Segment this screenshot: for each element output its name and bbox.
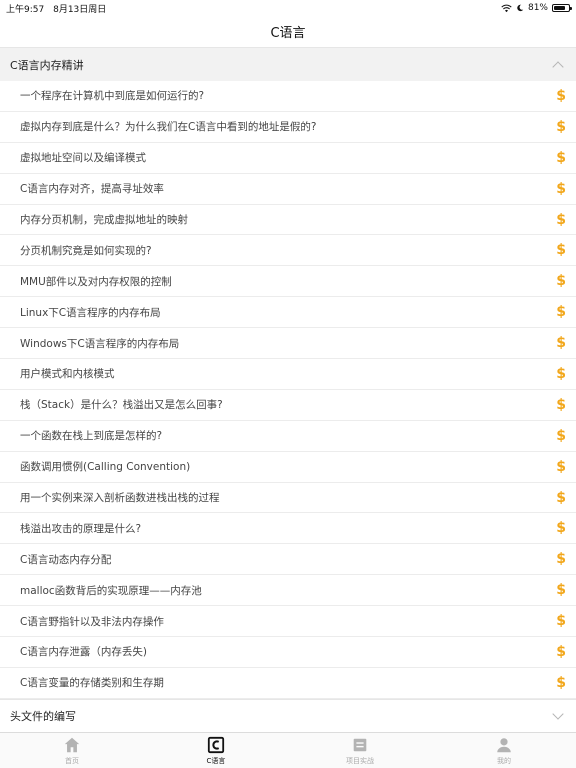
dollar-icon: $ xyxy=(556,674,566,691)
status-bar: 上午9:57 8月13日周日 81% xyxy=(0,0,576,16)
dollar-icon: $ xyxy=(556,335,566,352)
lesson-title: 栈溢出攻击的原理是什么? xyxy=(20,522,142,535)
dollar-icon: $ xyxy=(556,396,566,413)
lesson-item[interactable]: C语言变量的存储类别和生存期 $ xyxy=(0,668,576,699)
lesson-title: C语言动态内存分配 xyxy=(20,553,112,566)
dollar-icon: $ xyxy=(556,520,566,537)
dollar-icon: $ xyxy=(556,87,566,104)
lesson-title: C语言内存对齐，提高寻址效率 xyxy=(20,183,164,196)
dollar-icon: $ xyxy=(556,304,566,321)
lesson-title: 分页机制究竟是如何实现的? xyxy=(20,244,152,257)
page-title: C语言 xyxy=(270,26,306,41)
tab-projects[interactable]: 项目实战 xyxy=(288,733,432,768)
lesson-item[interactable]: C语言内存对齐，提高寻址效率 $ xyxy=(0,174,576,205)
battery-level xyxy=(554,6,566,10)
dollar-icon: $ xyxy=(556,273,566,290)
lesson-title: 用一个实例来深入剖析函数进栈出栈的过程 xyxy=(20,492,220,505)
dollar-icon: $ xyxy=(556,643,566,660)
lesson-title: Windows下C语言程序的内存布局 xyxy=(20,337,180,350)
lesson-item[interactable]: MMU部件以及对内存权限的控制 $ xyxy=(0,266,576,298)
lesson-item[interactable]: 一个程序在计算机中到底是如何运行的? $ xyxy=(0,81,576,112)
chevron-up-icon xyxy=(552,60,564,73)
dollar-icon: $ xyxy=(556,211,566,228)
lesson-item[interactable]: 虚拟地址空间以及编译模式 $ xyxy=(0,143,576,174)
section-header-memory[interactable]: C语言内存精讲 xyxy=(0,48,576,81)
project-icon xyxy=(353,738,367,751)
lesson-item[interactable]: malloc函数背后的实现原理——内存池 $ xyxy=(0,575,576,607)
c-language-icon xyxy=(207,736,225,753)
dollar-icon: $ xyxy=(556,242,566,259)
lesson-item[interactable]: 虚拟内存到底是什么？为什么我们在C语言中看到的地址是假的? $ xyxy=(0,112,576,143)
section-title: C语言内存精讲 xyxy=(10,58,84,72)
tab-label: 首页 xyxy=(65,756,79,765)
lesson-item[interactable]: 用户模式和内核模式 $ xyxy=(0,359,576,390)
lesson-item[interactable]: 栈溢出攻击的原理是什么? $ xyxy=(0,513,576,545)
dollar-icon: $ xyxy=(556,180,566,197)
tab-profile[interactable]: 我的 xyxy=(432,733,576,768)
battery-icon xyxy=(552,4,572,12)
dollar-icon: $ xyxy=(556,427,566,444)
status-right: 81% xyxy=(501,3,572,13)
lesson-list: 一个程序在计算机中到底是如何运行的? $ 虚拟内存到底是什么？为什么我们在C语言中看… xyxy=(0,81,576,699)
lesson-item[interactable]: Linux下C语言程序的内存布局 $ xyxy=(0,297,576,329)
lesson-title: C语言变量的存储类别和生存期 xyxy=(20,677,164,690)
lesson-item[interactable]: 函数调用惯例(Calling Convention) $ xyxy=(0,452,576,483)
lesson-title: C语言内存泄露（内存丢失) xyxy=(20,646,147,659)
lesson-item[interactable]: C语言野指针以及非法内存操作 $ xyxy=(0,606,576,638)
moon-icon xyxy=(517,4,524,12)
lesson-item[interactable]: 内存分页机制，完成虚拟地址的映射 $ xyxy=(0,205,576,236)
lesson-title: 虚拟地址空间以及编译模式 xyxy=(20,152,146,165)
status-left: 上午9:57 8月13日周日 xyxy=(6,2,112,15)
status-date: 8月13日周日 xyxy=(53,4,107,15)
lesson-title: 函数调用惯例(Calling Convention) xyxy=(20,461,191,474)
lesson-title: C语言野指针以及非法内存操作 xyxy=(20,615,164,628)
tab-home[interactable]: 首页 xyxy=(0,733,144,768)
battery-percent: 81% xyxy=(527,3,548,13)
lesson-title: 虚拟内存到底是什么？为什么我们在C语言中看到的地址是假的? xyxy=(20,121,317,134)
tab-label: 我的 xyxy=(497,756,511,765)
lesson-item[interactable]: 用一个实例来深入剖析函数进栈出栈的过程 $ xyxy=(0,483,576,514)
section-header-header-files[interactable]: 头文件的编写 xyxy=(0,698,576,732)
lesson-title: 一个程序在计算机中到底是如何运行的? xyxy=(20,90,205,103)
status-time: 上午9:57 xyxy=(6,4,45,15)
lesson-item[interactable]: C语言内存泄露（内存丢失) $ xyxy=(0,637,576,668)
dollar-icon: $ xyxy=(556,582,566,599)
dollar-icon: $ xyxy=(556,365,566,382)
dollar-icon: $ xyxy=(556,458,566,475)
lesson-title: malloc函数背后的实现原理——内存池 xyxy=(20,584,202,597)
dollar-icon: $ xyxy=(556,118,566,135)
lesson-item[interactable]: Windows下C语言程序的内存布局 $ xyxy=(0,328,576,360)
lesson-title: 内存分页机制，完成虚拟地址的映射 xyxy=(20,214,188,226)
dollar-icon: $ xyxy=(556,489,566,506)
lesson-item[interactable]: 一个函数在栈上到底是怎样的? $ xyxy=(0,421,576,452)
tab-c-language[interactable]: C语言 xyxy=(144,733,288,768)
chevron-down-icon xyxy=(552,708,564,720)
dollar-icon: $ xyxy=(556,149,566,166)
dollar-icon: $ xyxy=(556,613,566,630)
lesson-item[interactable]: 分页机制究竟是如何实现的? $ xyxy=(0,235,576,267)
lesson-title: 一个函数在栈上到底是怎样的? xyxy=(20,430,163,443)
lesson-title: Linux下C语言程序的内存布局 xyxy=(20,306,161,319)
lesson-title: 用户模式和内核模式 xyxy=(20,368,115,381)
lesson-item[interactable]: C语言动态内存分配 $ xyxy=(0,544,576,576)
section-title: 头文件的编写 xyxy=(10,709,76,723)
tab-label: C语言 xyxy=(206,756,226,765)
nav-bar: C语言 xyxy=(0,16,576,48)
lesson-title: MMU部件以及对内存权限的控制 xyxy=(20,275,172,288)
profile-icon xyxy=(497,737,511,752)
wifi-icon xyxy=(501,4,512,12)
dollar-icon: $ xyxy=(556,551,566,568)
lesson-title: 栈（Stack）是什么？栈溢出又是怎么回事? xyxy=(20,399,223,412)
lesson-item[interactable]: 栈（Stack）是什么？栈溢出又是怎么回事? $ xyxy=(0,390,576,421)
tab-label: 项目实战 xyxy=(346,756,374,765)
tab-bar: 首页 C语言 项目实战 我的 xyxy=(0,732,576,768)
home-icon xyxy=(64,737,80,752)
